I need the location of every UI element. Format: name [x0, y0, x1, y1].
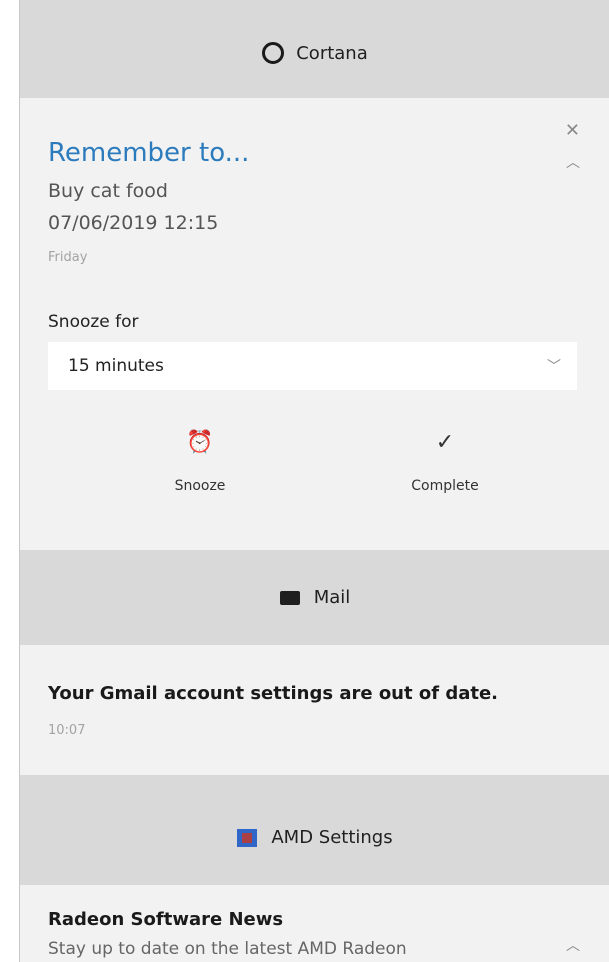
alarm-clock-icon: ⏰	[186, 430, 214, 455]
complete-button-label: Complete	[411, 478, 479, 494]
desktop-background	[0, 0, 19, 962]
snooze-duration-dropdown[interactable]: 15 minutes ﹀	[48, 342, 577, 390]
snooze-label: Snooze for	[48, 312, 139, 332]
mail-message: Your Gmail account settings are out of d…	[48, 683, 499, 704]
snooze-duration-value: 15 minutes	[68, 356, 164, 376]
reminder-day: Friday	[48, 250, 88, 265]
cortana-icon	[262, 42, 285, 64]
amd-settings-header-label: AMD Settings	[271, 827, 393, 848]
collapse-icon[interactable]: ︿	[566, 152, 580, 172]
amd-news-title: Radeon Software News	[48, 909, 284, 930]
checkmark-icon: ✓	[435, 430, 455, 455]
complete-button[interactable]: ✓ Complete	[365, 426, 525, 494]
amd-settings-header[interactable]: AMD Settings	[20, 790, 609, 885]
collapse-icon[interactable]: ︿	[566, 935, 580, 955]
chevron-down-icon: ﹀	[547, 359, 561, 375]
action-center-panel: Cortana ✕ ︿ Remember to... Buy cat food …	[19, 0, 609, 962]
cortana-header-label: Cortana	[296, 42, 368, 64]
cortana-header[interactable]: Cortana	[20, 0, 609, 98]
mail-header-label: Mail	[313, 587, 351, 608]
mail-header[interactable]: Mail	[20, 550, 609, 645]
amd-settings-icon	[237, 828, 258, 847]
mail-envelope-icon	[279, 590, 300, 605]
snooze-button-label: Snooze	[174, 478, 226, 494]
snooze-button[interactable]: ⏰ Snooze	[120, 426, 280, 494]
reminder-datetime: 07/06/2019 12:15	[48, 212, 219, 234]
amd-news-description: Stay up to date on the latest AMD Radeon	[48, 939, 407, 959]
reminder-text: Buy cat food	[48, 180, 168, 202]
reminder-title: Remember to...	[48, 138, 250, 168]
amd-notification-card[interactable]: Radeon Software News Stay up to date on …	[20, 885, 609, 962]
mail-notification-card[interactable]: Your Gmail account settings are out of d…	[20, 645, 609, 775]
cortana-reminder-card[interactable]: ✕ ︿ Remember to... Buy cat food 07/06/20…	[20, 98, 609, 550]
close-icon[interactable]: ✕	[565, 120, 580, 141]
mail-time: 10:07	[48, 723, 86, 738]
